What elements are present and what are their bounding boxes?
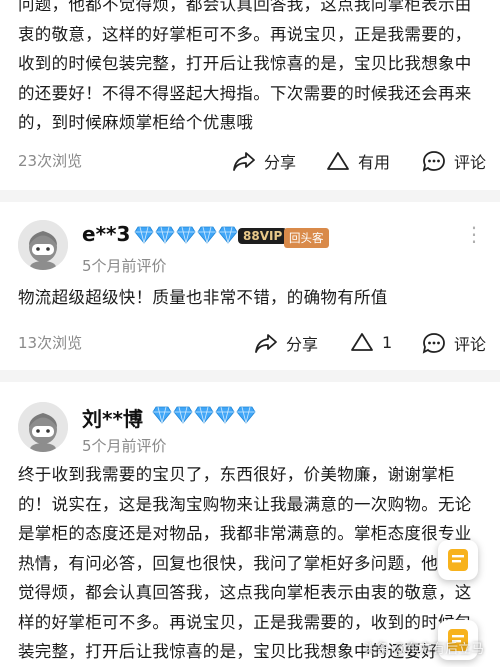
useful-button[interactable]: 有用 <box>326 149 390 173</box>
comment-label: 评论 <box>454 153 487 172</box>
review-top-text: 问题，他都不觉得烦，都会认真回答我，这点我向掌柜表示由衷的敬意，这样的好掌柜可不… <box>18 0 472 132</box>
comment-label: 评论 <box>454 335 487 354</box>
comment-button[interactable]: 评论 <box>422 331 486 355</box>
user-level-diamonds <box>134 226 239 244</box>
avatar-icon <box>18 220 68 270</box>
diamond-icon <box>155 226 175 244</box>
useful-button[interactable]: 1 <box>350 331 392 353</box>
watermark: 头条 @东方有后立马 <box>362 642 484 657</box>
useful-count: 1 <box>382 332 393 352</box>
user-level-diamonds <box>152 406 257 424</box>
float-note-button[interactable] <box>438 540 478 580</box>
review-text: 物流超级超级快！质量也非常不错，的确物有所值 <box>18 288 388 307</box>
diamond-icon <box>173 406 193 424</box>
username: e**3 <box>82 222 131 246</box>
separator <box>0 190 500 202</box>
float-button-icon <box>448 549 468 571</box>
useful-icon <box>327 152 349 170</box>
review-time: 5个月前评价 <box>82 257 167 275</box>
vip-badge: 88VIP <box>238 228 288 244</box>
comment-icon <box>422 333 445 354</box>
diamond-icon <box>176 226 196 244</box>
diamond-icon <box>152 406 172 424</box>
avatar[interactable] <box>18 402 68 452</box>
comment-icon <box>422 151 445 172</box>
comment-button[interactable]: 评论 <box>422 149 486 173</box>
diamond-icon <box>197 226 217 244</box>
diamond-icon <box>194 406 214 424</box>
useful-icon <box>351 333 373 351</box>
review-time: 5个月前评价 <box>82 437 167 455</box>
username: 刘**博 <box>82 407 143 431</box>
avatar-icon <box>18 402 68 452</box>
review-top-views: 23次浏览 <box>18 152 83 170</box>
review-views: 13次浏览 <box>18 334 83 352</box>
diamond-icon <box>134 226 154 244</box>
diamond-icon <box>218 226 238 244</box>
share-button[interactable]: 分享 <box>254 331 318 355</box>
useful-label: 有用 <box>358 153 391 172</box>
share-label: 分享 <box>264 153 297 172</box>
more-icon[interactable]: ⋮ <box>464 222 484 246</box>
separator <box>0 370 500 382</box>
diamond-icon <box>215 406 235 424</box>
share-icon <box>255 334 277 353</box>
diamond-icon <box>236 406 256 424</box>
avatar[interactable] <box>18 220 68 270</box>
review-text: 终于收到我需要的宝贝了，东西很好，价美物廉，谢谢掌柜的！说实在，这是我淘宝购物来… <box>18 465 472 661</box>
repeat-customer-badge: 回头客 <box>284 228 329 248</box>
share-button[interactable]: 分享 <box>232 149 296 173</box>
share-label: 分享 <box>286 335 319 354</box>
share-icon <box>233 152 255 171</box>
